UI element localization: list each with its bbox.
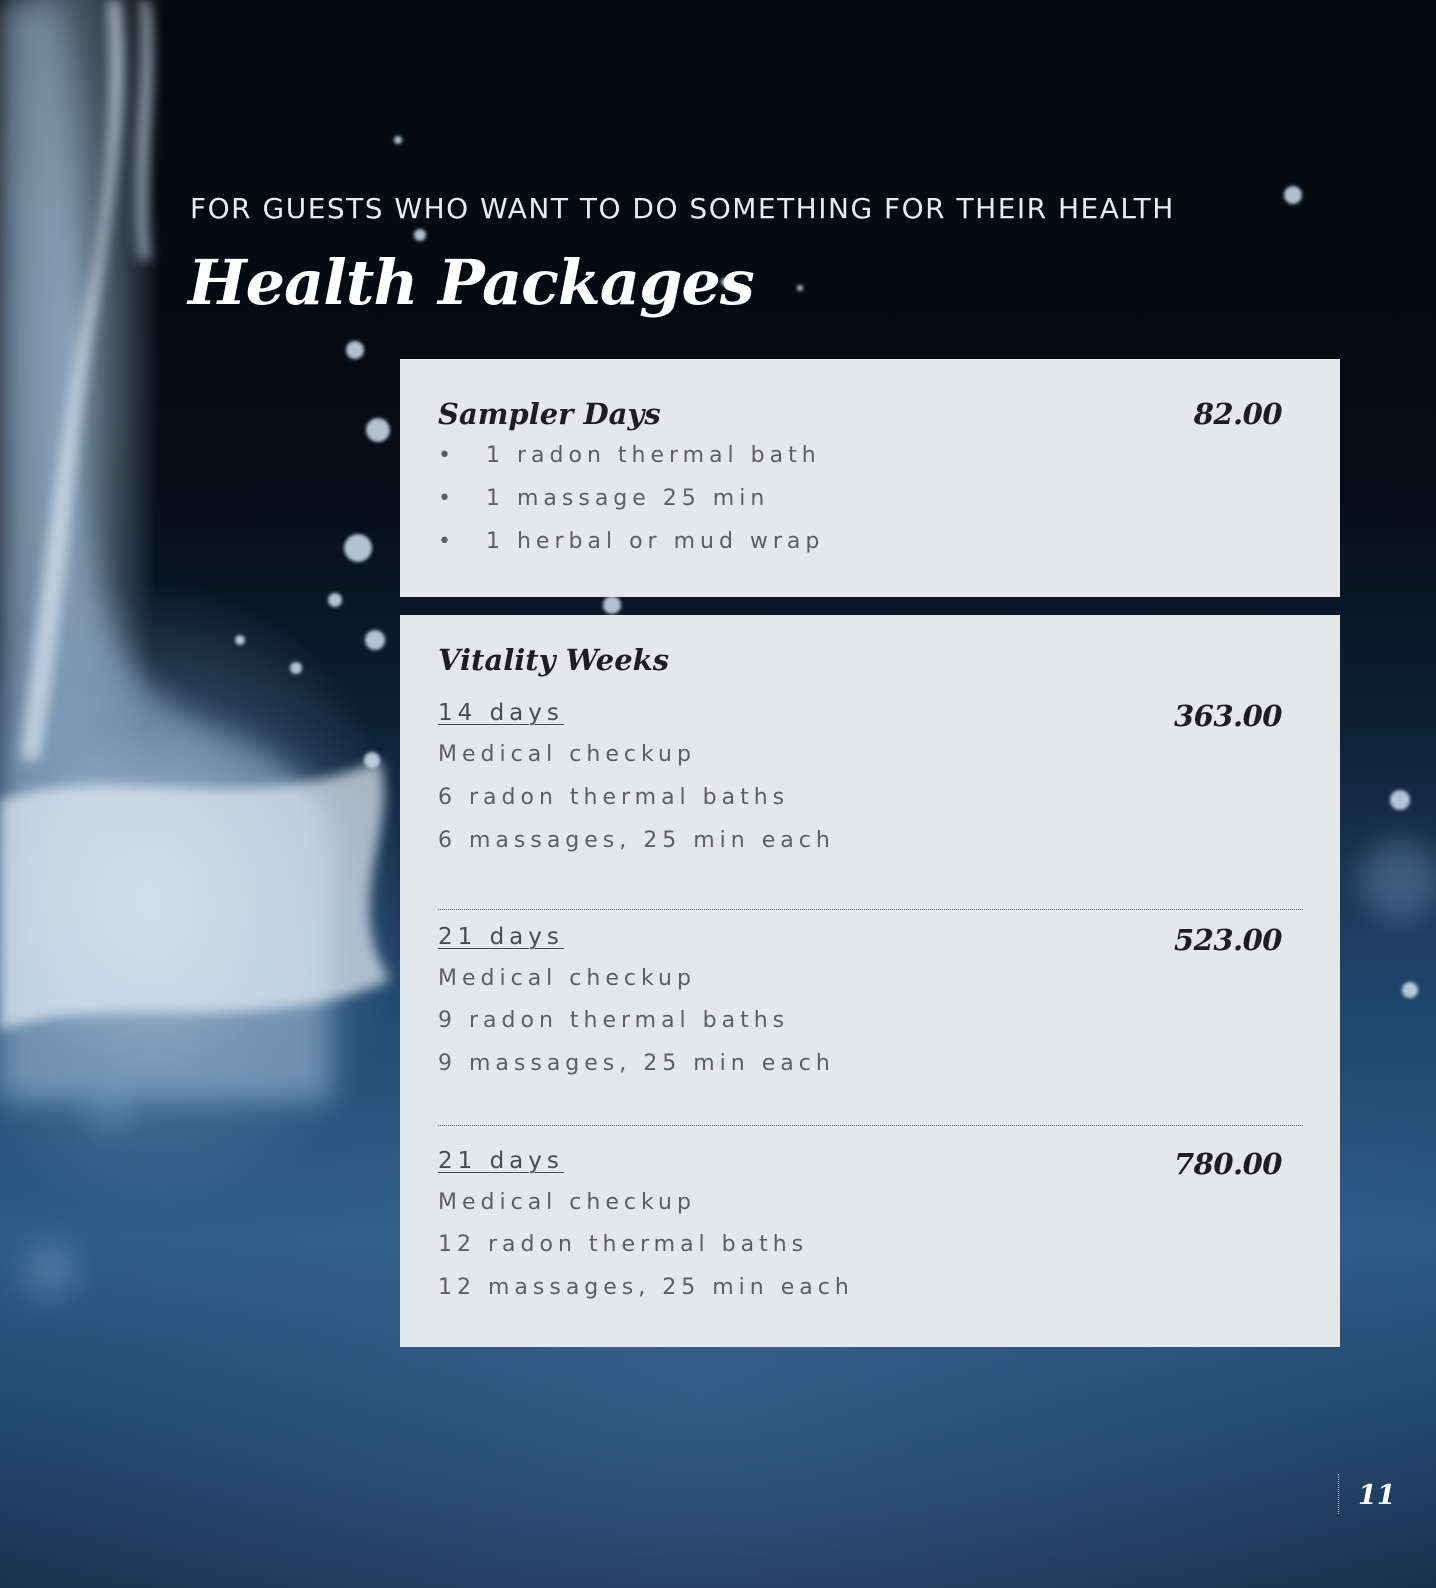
list-item: • 1 herbal or mud wrap bbox=[438, 529, 824, 554]
sampler-days-title: Sampler Days bbox=[438, 397, 661, 431]
eyebrow-tagline: FOR GUESTS WHO WANT TO DO SOMETHING FOR … bbox=[190, 192, 1175, 225]
package-item: 12 massages, 25 min each bbox=[438, 1275, 854, 1300]
package-price: 523.00 bbox=[1174, 923, 1283, 957]
bullet-icon: • bbox=[438, 443, 451, 468]
vitality-weeks-title: Vitality Weeks bbox=[438, 643, 670, 677]
sampler-days-price: 82.00 bbox=[1193, 397, 1283, 431]
bullet-icon: • bbox=[438, 486, 451, 511]
page-number: 11 bbox=[1358, 1480, 1396, 1511]
page-number-rule bbox=[1338, 1474, 1339, 1514]
package-item: 12 radon thermal baths bbox=[438, 1232, 809, 1257]
list-item-text: 1 radon thermal bath bbox=[486, 443, 821, 468]
package-item: 6 massages, 25 min each bbox=[438, 828, 835, 853]
package-duration: 14 days bbox=[438, 700, 564, 726]
list-item: • 1 massage 25 min bbox=[438, 486, 769, 511]
dotted-divider bbox=[438, 1125, 1303, 1126]
package-duration: 21 days bbox=[438, 924, 564, 950]
list-item-text: 1 herbal or mud wrap bbox=[486, 529, 825, 554]
package-price: 780.00 bbox=[1174, 1147, 1283, 1181]
package-item: 9 massages, 25 min each bbox=[438, 1051, 835, 1076]
vitality-weeks-card: Vitality Weeks 14 days 363.00 Medical ch… bbox=[400, 615, 1340, 1347]
page-title: Health Packages bbox=[188, 246, 755, 319]
package-item: Medical checkup bbox=[438, 742, 696, 767]
package-item: 9 radon thermal baths bbox=[438, 1008, 790, 1033]
package-price: 363.00 bbox=[1174, 699, 1283, 733]
sampler-days-card: Sampler Days 82.00 • 1 radon thermal bath… bbox=[400, 359, 1340, 597]
dotted-divider bbox=[438, 909, 1303, 910]
package-item: Medical checkup bbox=[438, 1190, 696, 1215]
package-duration: 21 days bbox=[438, 1148, 564, 1174]
bullet-icon: • bbox=[438, 529, 451, 554]
package-item: Medical checkup bbox=[438, 966, 696, 991]
package-item: 6 radon thermal baths bbox=[438, 785, 790, 810]
list-item-text: 1 massage 25 min bbox=[486, 486, 770, 511]
list-item: • 1 radon thermal bath bbox=[438, 443, 821, 468]
